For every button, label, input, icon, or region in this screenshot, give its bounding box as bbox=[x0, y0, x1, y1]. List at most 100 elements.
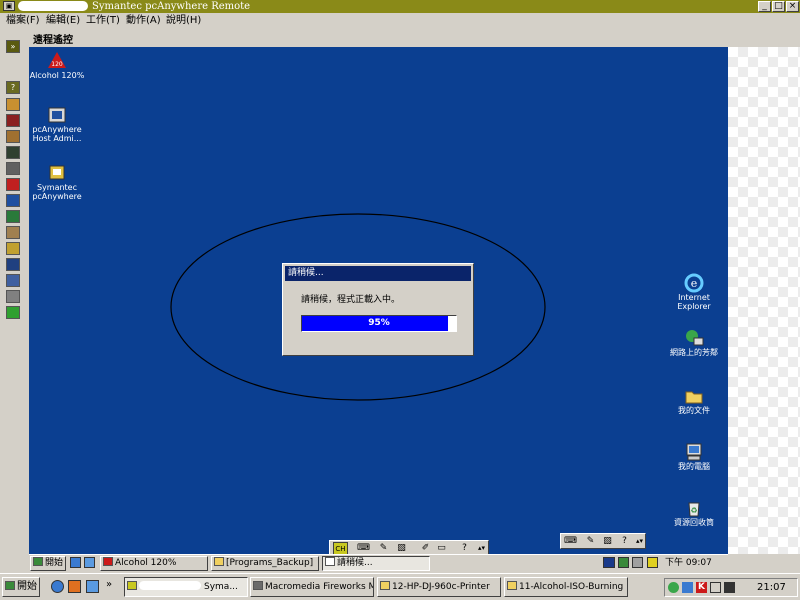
computer-icon bbox=[684, 442, 704, 461]
pen-icon[interactable]: ✎ bbox=[584, 535, 597, 547]
toolbar-tool-2-icon[interactable] bbox=[6, 114, 20, 127]
tray-network-icon[interactable] bbox=[603, 557, 615, 568]
folder-icon bbox=[684, 386, 704, 404]
minimize-button[interactable]: _ bbox=[758, 1, 771, 12]
fireworks-icon bbox=[253, 581, 263, 590]
pcanywhere-icon bbox=[47, 163, 67, 181]
desktop-icon-recycle-bin[interactable]: ♻ 資源回收筒 bbox=[664, 498, 724, 527]
toolbar-tool-11-icon[interactable] bbox=[6, 258, 20, 271]
app-icon[interactable]: ▣ bbox=[3, 1, 15, 11]
tray-app-icon-2[interactable] bbox=[724, 582, 735, 593]
scroll-arrows-icon[interactable]: ▴▾ bbox=[475, 542, 488, 554]
taskbar: 開始 » Syma... Macromedia Fireworks M... 1… bbox=[0, 573, 800, 600]
dialog-message: 請稍候，程式正載入中。 bbox=[301, 295, 401, 305]
window-title: Symantec pcAnywhere Remote bbox=[92, 1, 251, 12]
scroll-arrows-icon[interactable]: ▴▾ bbox=[633, 535, 646, 547]
help-icon[interactable]: ? bbox=[458, 542, 471, 554]
edit-icon[interactable]: ▧ bbox=[395, 542, 408, 554]
desktop-icon-pcanywhere[interactable]: Symantec pcAnywhere bbox=[29, 163, 85, 201]
remote-start-button[interactable]: 開始 bbox=[30, 556, 66, 571]
task-printer-folder[interactable]: 12-HP-DJ-960c-Printer bbox=[377, 577, 501, 597]
progress-text: 95% bbox=[368, 318, 390, 328]
floating-toolbar-right: ⌨ ✎ ▧ ? ▴▾ bbox=[560, 533, 646, 549]
show-desktop-icon[interactable] bbox=[86, 580, 99, 593]
window-icon bbox=[325, 557, 335, 566]
svg-text:e: e bbox=[691, 277, 698, 290]
session-title: 遠程遙控 bbox=[33, 35, 73, 46]
toolbar-tool-1-icon[interactable] bbox=[6, 98, 20, 111]
svg-text:120: 120 bbox=[51, 61, 63, 68]
tray-app-icon[interactable] bbox=[682, 582, 693, 593]
progress-bar: 95% bbox=[301, 315, 457, 332]
maximize-button[interactable]: □ bbox=[772, 1, 785, 12]
edit-icon[interactable]: ▧ bbox=[601, 535, 614, 547]
toolbar-tool-6-icon[interactable] bbox=[6, 178, 20, 191]
tray-ime-icon[interactable] bbox=[710, 582, 721, 593]
recycle-bin-icon: ♻ bbox=[684, 498, 704, 517]
remote-task-alcohol[interactable]: Alcohol 120% bbox=[100, 556, 208, 571]
desktop-icon-my-computer[interactable]: 我的電腦 bbox=[664, 442, 724, 471]
menu-help[interactable]: 說明(H) bbox=[166, 14, 201, 27]
remote-task-please-wait[interactable]: 請稍候... bbox=[322, 556, 430, 571]
session-header: 遠程遙控 bbox=[26, 34, 800, 47]
system-tray: K 21:07 bbox=[664, 578, 798, 597]
help-icon[interactable]: ? bbox=[6, 81, 20, 94]
show-desktop-icon[interactable] bbox=[84, 557, 95, 568]
keyboard-icon[interactable]: ⌨ bbox=[357, 542, 370, 554]
toolbar-tool-3-icon[interactable] bbox=[6, 130, 20, 143]
tray-app-icon-2[interactable] bbox=[632, 557, 643, 568]
tray-speaker-icon[interactable] bbox=[647, 557, 658, 568]
desktop-icon-pcanywhere-host[interactable]: pcAnywhere Host Admi... bbox=[29, 105, 85, 143]
loading-dialog[interactable]: 請稍候... 請稍候，程式正載入中。 95% bbox=[282, 263, 474, 356]
redacted-area bbox=[139, 581, 201, 590]
start-button[interactable]: 開始 bbox=[2, 577, 40, 597]
expand-panel-icon[interactable]: » bbox=[6, 40, 20, 53]
screen-icon[interactable]: ▭ bbox=[435, 542, 448, 554]
toolbar-tool-12-icon[interactable] bbox=[6, 274, 20, 287]
pcanywhere-host-icon bbox=[47, 105, 67, 123]
toolbar-tool-14-icon[interactable] bbox=[6, 306, 20, 319]
toolbar-tool-4-icon[interactable] bbox=[6, 146, 20, 159]
desktop-icon-network[interactable]: 網路上的芳鄰 bbox=[664, 328, 724, 357]
quicklaunch-chevron[interactable]: » bbox=[106, 579, 112, 590]
desktop-icon-alcohol[interactable]: 120 Alcohol 120% bbox=[29, 51, 85, 80]
keyboard-icon[interactable]: ⌨ bbox=[564, 535, 577, 547]
dialog-title: 請稍候... bbox=[285, 266, 471, 281]
title-bar[interactable]: ▣ Symantec pcAnywhere Remote _ □ × bbox=[0, 0, 800, 13]
outlook-quicklaunch-icon[interactable] bbox=[68, 580, 81, 593]
toolbar-tool-10-icon[interactable] bbox=[6, 242, 20, 255]
menu-task[interactable]: 工作(T) bbox=[86, 14, 120, 27]
close-button[interactable]: × bbox=[786, 1, 799, 12]
task-fireworks[interactable]: Macromedia Fireworks M... bbox=[250, 577, 374, 597]
remote-task-programs-backup[interactable]: [Programs_Backup] bbox=[211, 556, 319, 571]
internet-explorer-icon: e bbox=[684, 273, 704, 293]
brush-icon[interactable]: ✐ bbox=[419, 542, 432, 554]
svg-text:♻: ♻ bbox=[690, 506, 697, 515]
toolbar-tool-9-icon[interactable] bbox=[6, 226, 20, 239]
desktop-icon-internet-explorer[interactable]: e Internet Explorer bbox=[664, 273, 724, 311]
tray-app-icon[interactable] bbox=[618, 557, 629, 568]
toolbar-tool-7-icon[interactable] bbox=[6, 194, 20, 207]
ie-quicklaunch-icon[interactable] bbox=[70, 557, 81, 568]
remote-clock: 下午 09:07 bbox=[665, 558, 712, 568]
toolbar-tool-8-icon[interactable] bbox=[6, 210, 20, 223]
toolbar-tool-5-icon[interactable] bbox=[6, 162, 20, 175]
tray-network-icon[interactable] bbox=[668, 582, 679, 593]
ie-quicklaunch-icon[interactable] bbox=[51, 580, 64, 593]
menu-edit[interactable]: 編輯(E) bbox=[46, 14, 80, 27]
menu-file[interactable]: 檔案(F) bbox=[6, 14, 40, 27]
task-alcohol-folder[interactable]: 11-Alcohol-ISO-Burning bbox=[504, 577, 628, 597]
menu-action[interactable]: 動作(A) bbox=[126, 14, 161, 27]
remote-taskbar: 開始 Alcohol 120% [Programs_Backup] 請稍候...… bbox=[29, 554, 728, 572]
pcanywhere-icon bbox=[127, 581, 137, 590]
desktop-icon-my-documents[interactable]: 我的文件 bbox=[664, 386, 724, 415]
alcohol-icon: 120 bbox=[47, 51, 67, 69]
folder-icon bbox=[380, 581, 390, 590]
tray-antivirus-icon[interactable]: K bbox=[696, 582, 707, 593]
pen-icon[interactable]: ✎ bbox=[377, 542, 390, 554]
task-pcanywhere[interactable]: Syma... bbox=[124, 577, 248, 597]
folder-icon bbox=[214, 557, 224, 566]
help-icon[interactable]: ? bbox=[618, 535, 631, 547]
network-icon bbox=[684, 328, 704, 346]
toolbar-tool-13-icon[interactable] bbox=[6, 290, 20, 303]
